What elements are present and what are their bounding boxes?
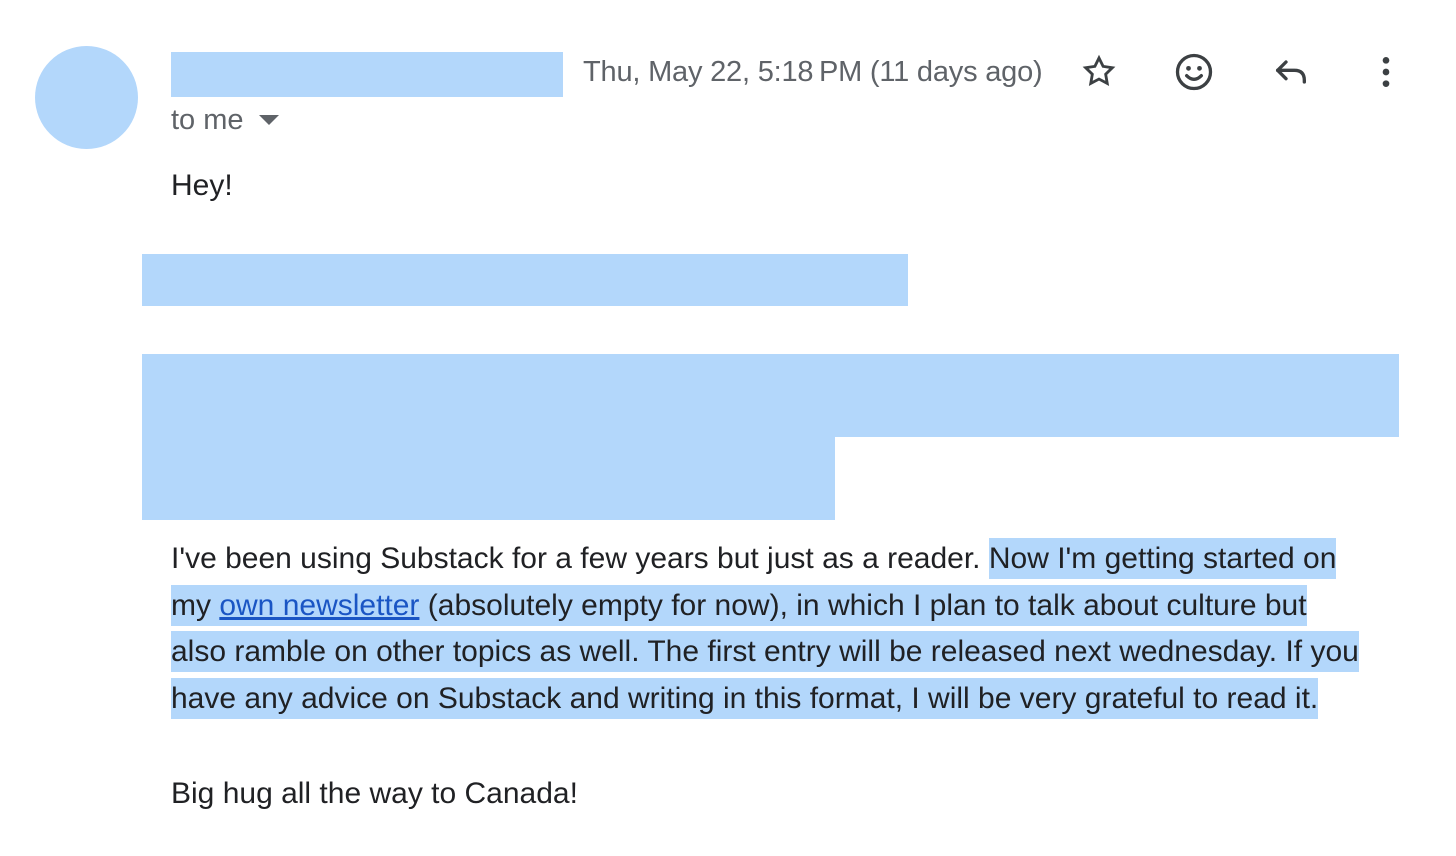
selected-text: have any advice on Substack and writing …: [171, 678, 1319, 720]
reply-icon: [1276, 60, 1306, 84]
redacted-block: [142, 254, 908, 306]
paragraph-line: I've been using Substack for a few years…: [171, 536, 1421, 583]
email-date: Thu, May 22, 5:18 PM (11 days ago): [583, 56, 1043, 88]
paragraph-line: have any advice on Substack and writing …: [171, 676, 1421, 723]
star-button[interactable]: [1073, 46, 1125, 98]
email-signoff: Big hug all the way to Canada!: [171, 777, 578, 810]
newsletter-link[interactable]: own newsletter: [219, 589, 419, 622]
more-vert-icon: [1382, 57, 1390, 87]
recipient-details-toggle[interactable]: to me: [171, 100, 279, 140]
selected-text: Now I'm getting started on: [988, 538, 1337, 579]
paragraph-text: (absolutely empty for now), in which I p…: [419, 588, 1307, 622]
email-body-paragraph: I've been using Substack for a few years…: [171, 536, 1421, 723]
redacted-block: [142, 354, 1399, 437]
paragraph-text: I've been using Substack for a few years…: [171, 542, 989, 575]
sender-name-redacted: [171, 52, 563, 97]
emoji-icon: [1175, 53, 1213, 91]
recipient-label: to me: [171, 104, 244, 136]
redacted-block: [142, 437, 835, 520]
star-icon: [1082, 54, 1116, 86]
paragraph-text: my: [171, 588, 220, 622]
sender-avatar[interactable]: [35, 46, 138, 149]
email-greeting: Hey!: [171, 169, 233, 202]
selected-text: also ramble on other topics as well. The…: [171, 631, 1359, 673]
paragraph-line: my own newsletter (absolutely empty for …: [171, 583, 1421, 630]
paragraph-line: also ramble on other topics as well. The…: [171, 629, 1421, 676]
more-options-button[interactable]: [1360, 46, 1412, 98]
chevron-down-icon: [258, 115, 279, 125]
reply-button[interactable]: [1265, 46, 1317, 98]
add-reaction-button[interactable]: [1168, 46, 1220, 98]
